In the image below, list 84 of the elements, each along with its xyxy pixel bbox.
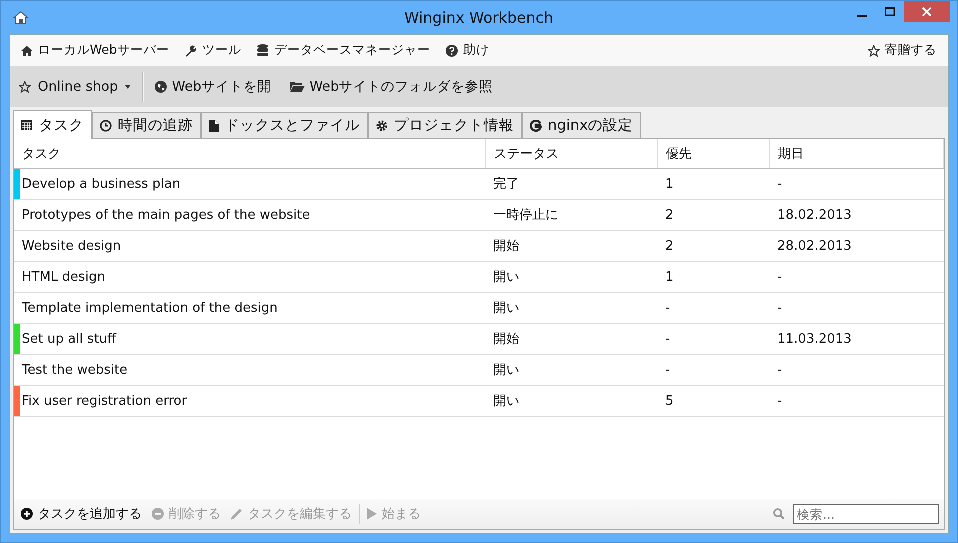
database-icon — [257, 44, 270, 57]
house-logo-icon — [13, 10, 29, 24]
table-cell: 開い — [486, 262, 658, 292]
menu-item[interactable]: ツール — [180, 40, 246, 61]
action-button[interactable]: タスクを追加する — [16, 503, 147, 525]
toolbar-button[interactable]: Webサイトを開 — [150, 76, 277, 98]
star-icon — [19, 80, 31, 92]
wrench-icon — [185, 44, 198, 56]
globe-icon — [155, 80, 168, 92]
folder-icon — [290, 80, 305, 92]
column-header[interactable]: 期日 — [770, 139, 944, 168]
table-cell: Website design — [14, 230, 486, 262]
table-cell: - — [770, 262, 944, 292]
column-header[interactable]: ステータス — [486, 139, 658, 168]
table-cell: - — [770, 354, 944, 386]
gear-icon — [376, 120, 388, 132]
table-cell: - — [770, 292, 944, 324]
donate-button[interactable]: 寄贈する — [863, 40, 942, 61]
table-cell: 2 — [658, 230, 770, 262]
file-icon — [209, 120, 219, 132]
tab[interactable]: 時間の追跡 — [92, 112, 201, 138]
table-cell: 完了 — [486, 168, 658, 200]
table-cell: 一時停止に — [486, 200, 658, 230]
tab[interactable]: ドックスとファイル — [201, 112, 368, 138]
maximize-icon — [885, 6, 895, 16]
window-title: Winginx Workbench — [404, 9, 554, 27]
home-icon — [21, 44, 33, 56]
play-icon — [367, 508, 377, 520]
remove-icon — [152, 508, 164, 520]
table-cell: - — [658, 354, 770, 386]
table-row[interactable]: HTML design 開い 1 - — [14, 262, 944, 292]
table-cell: 1 — [658, 262, 770, 292]
table-cell: 開い — [486, 386, 658, 416]
table-row[interactable]: Test the website 開い - - — [14, 354, 944, 386]
help-icon — [446, 44, 458, 56]
table-cell: Test the website — [14, 354, 486, 386]
pencil-icon — [231, 508, 243, 520]
tab[interactable]: nginxの設定 — [522, 112, 642, 138]
table-cell: Fix user registration error — [14, 386, 486, 416]
project-dropdown[interactable]: Online shop — [14, 76, 136, 96]
menu-item[interactable]: ローカルWebサーバー — [16, 40, 174, 61]
close-button[interactable] — [904, 1, 950, 22]
add-icon — [21, 508, 33, 520]
table-cell: 2 — [658, 200, 770, 230]
table-cell: - — [658, 324, 770, 354]
table-cell: 18.02.2013 — [770, 200, 944, 230]
table-cell: HTML design — [14, 262, 486, 292]
table-cell: 開い — [486, 292, 658, 324]
table-row[interactable]: Prototypes of the main pages of the website 一時停止に 2 18.02.2013 — [14, 200, 944, 230]
caret-icon — [125, 84, 132, 88]
table-cell: 1 — [658, 168, 770, 200]
table-cell: 開始 — [486, 324, 658, 354]
table-cell: 11.03.2013 — [770, 324, 944, 354]
table-cell: 開始 — [486, 230, 658, 262]
table-cell: Develop a business plan — [14, 168, 486, 200]
table-cell: Template implementation of the design — [14, 292, 486, 324]
table-cell: Prototypes of the main pages of the website — [14, 200, 486, 230]
table-row[interactable]: Fix user registration error 開い 5 - — [14, 386, 944, 416]
close-icon — [922, 6, 932, 16]
table-cell: - — [770, 386, 944, 416]
tab[interactable]: タスク — [13, 110, 92, 139]
tab[interactable]: プロジェクト情報 — [368, 112, 522, 138]
column-header[interactable]: 優先 — [658, 139, 770, 168]
column-header[interactable]: タスク — [14, 139, 486, 168]
table-row[interactable]: Set up all stuff 開始 - 11.03.2013 — [14, 324, 944, 354]
star-icon — [868, 44, 880, 56]
clock-icon — [100, 120, 112, 132]
table-row[interactable]: Develop a business plan 完了 1 - — [14, 168, 944, 200]
search-icon — [773, 508, 785, 520]
g-logo-icon — [530, 120, 542, 132]
table-row[interactable]: Website design 開始 2 28.02.2013 — [14, 230, 944, 262]
table-cell: 28.02.2013 — [770, 230, 944, 262]
table-cell: 開い — [486, 354, 658, 386]
table-cell: - — [770, 168, 944, 200]
table-cell: 5 — [658, 386, 770, 416]
menu-item[interactable]: データベースマネージャー — [252, 40, 436, 61]
calendar-icon — [21, 119, 33, 131]
minimize-icon — [857, 14, 867, 16]
search-field[interactable]: 検索... — [793, 504, 939, 524]
toolbar-button[interactable]: Webサイトのフォルダを参照 — [284, 76, 498, 98]
table-cell: - — [658, 292, 770, 324]
table-row[interactable]: Template implementation of the design 開い - - — [14, 292, 944, 324]
menu-item[interactable]: 助け — [441, 40, 494, 61]
table-cell: Set up all stuff — [14, 324, 486, 354]
